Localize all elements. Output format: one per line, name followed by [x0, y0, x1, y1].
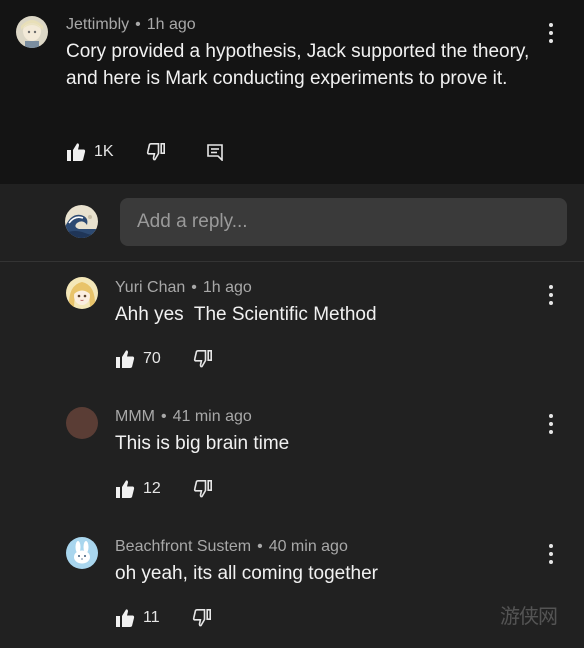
reply-time[interactable]: 41 min ago [173, 408, 252, 425]
reply-text: oh yeah, its all coming together [115, 563, 378, 584]
reply-meta: MMM • 41 min ago [115, 408, 252, 426]
comment-actions: 1K [66, 141, 224, 163]
like-count: 12 [143, 480, 161, 497]
reply-time[interactable]: 40 min ago [269, 538, 348, 555]
like-icon[interactable] [115, 608, 135, 628]
like-icon[interactable] [115, 349, 135, 369]
like-icon[interactable] [115, 479, 135, 499]
reply-meta: Beachfront Sustem • 40 min ago [115, 538, 348, 556]
author-name[interactable]: Beachfront Sustem [115, 538, 251, 555]
avatar-jettimbly[interactable] [16, 16, 48, 48]
more-options-icon[interactable] [545, 414, 557, 434]
avatar-yuri-chan[interactable] [66, 277, 98, 309]
separator-dot: • [257, 538, 263, 555]
top-comment: Jettimbly • 1h ago Cory provided a hypothe… [0, 0, 584, 184]
avatar-mmm[interactable] [66, 407, 98, 439]
reply-actions: 12 [115, 478, 213, 500]
more-options-icon[interactable] [545, 285, 557, 305]
reply-text: This is big brain time [115, 433, 290, 454]
separator-dot: • [160, 408, 167, 425]
avatar-beachfront-sustem[interactable] [66, 537, 98, 569]
comment-meta: Jettimbly • 1h ago [66, 16, 196, 34]
reply-time[interactable]: 1h ago [203, 279, 252, 296]
watermark-logo: 游侠网 [500, 606, 558, 628]
divider [0, 261, 584, 262]
author-name[interactable]: MMM [115, 408, 155, 425]
reply-text: Ahh yes The Scientific Method [115, 304, 377, 325]
like-count: 11 [143, 609, 160, 626]
reply-icon[interactable] [206, 143, 224, 162]
like-count: 70 [143, 350, 161, 367]
like-icon[interactable] [66, 142, 86, 162]
author-name[interactable]: Jettimbly [66, 16, 129, 33]
like-count: 1K [94, 143, 114, 160]
dislike-icon[interactable] [192, 608, 212, 628]
comment-text: Cory provided a hypothesis, Jack support… [66, 41, 530, 89]
dislike-icon[interactable] [193, 479, 213, 499]
add-reply-input[interactable]: Add a reply... [120, 198, 567, 246]
more-options-icon[interactable] [545, 23, 557, 43]
reply-meta: Yuri Chan • 1h ago [115, 279, 252, 297]
current-user-avatar [65, 205, 98, 238]
comment-time[interactable]: 1h ago [147, 16, 196, 33]
reply-actions: 11 [115, 607, 212, 629]
reply-placeholder: Add a reply... [137, 211, 248, 232]
reply-actions: 70 [115, 348, 213, 370]
author-name[interactable]: Yuri Chan [115, 279, 185, 296]
separator-dot: • [135, 16, 141, 33]
dislike-icon[interactable] [193, 349, 213, 369]
separator-dot: • [191, 279, 197, 296]
more-options-icon[interactable] [545, 544, 557, 564]
dislike-icon[interactable] [146, 142, 166, 162]
